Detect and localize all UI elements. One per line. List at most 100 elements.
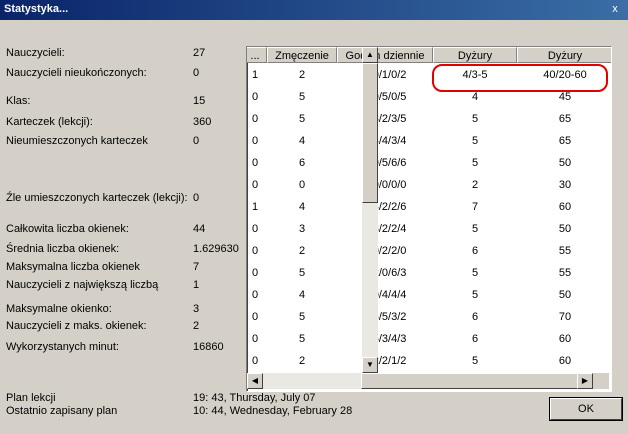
stat-value: 15 [193, 95, 206, 107]
table-cell: 3 [298, 223, 306, 235]
stat-value: 16860 [193, 341, 224, 353]
column-header[interactable]: Dyżury [433, 47, 517, 63]
stat-value: 27 [193, 47, 206, 59]
table-cell: 0 [251, 245, 259, 257]
table-cell: 5 [298, 267, 306, 279]
table-cell: 0 [251, 223, 259, 235]
stat-label: Nauczycieli nieukończonych: [6, 67, 147, 79]
vertical-scroll-thumb[interactable] [362, 63, 378, 203]
stat-label: Karteczek (lekcji): [6, 116, 93, 128]
stat-value: 7 [193, 261, 200, 273]
table-cell: 65 [558, 135, 572, 147]
scroll-left-icon[interactable]: ◀ [247, 373, 263, 389]
stat-value: 360 [193, 116, 212, 128]
table-cell: 0/3/2/2/4 [363, 223, 407, 235]
table-row[interactable]: 0 2 2/2/2/1/2 5 60 [247, 350, 593, 372]
table-cell: 3/0/2/2/0 [363, 245, 407, 257]
table-row[interactable]: 0 5 4/4/5/3/2 6 70 [247, 306, 593, 328]
table-cell: 0 [251, 355, 259, 367]
table-cell: 0 [251, 333, 259, 345]
stat-value: 44 [193, 223, 206, 235]
stat-label: Źle umieszczonych karteczek (lekcji): [6, 192, 188, 204]
table-cell: 0 [251, 179, 259, 191]
table-cell: 4/4/5/3/2 [363, 311, 407, 323]
stat-label: Całkowita liczba okienek: [6, 223, 129, 235]
stat-label: Maksymalna liczba okienek [6, 261, 140, 273]
table-cell: 4/3-5 [462, 69, 488, 81]
stat-label: Klas: [6, 95, 31, 107]
ok-button[interactable]: OK [549, 397, 623, 421]
table-row[interactable]: 0 0 0/0/0/0/0 2 30 [247, 174, 593, 196]
close-icon[interactable]: x [608, 2, 622, 16]
table-cell: 6 [471, 311, 479, 323]
table-cell: 6 [471, 245, 479, 257]
table-cell: 0 [251, 135, 259, 147]
table-cell: 2 [298, 245, 306, 257]
table-cell: 1 [251, 201, 259, 213]
stat-label: Nauczycieli z maks. okienek: [6, 320, 147, 332]
table-cell: 0/0/5/0/5 [363, 91, 407, 103]
table-cell: 30 [558, 179, 572, 191]
table-cell: 50 [558, 289, 572, 301]
stat-value: 1 [193, 279, 200, 291]
table-row[interactable]: 0 5 0/2/0/6/3 5 55 [247, 262, 593, 284]
stat-value: 0 [193, 67, 200, 79]
table-cell: 70 [558, 311, 572, 323]
table-row[interactable]: 0 4 5/0/4/4/4 5 50 [247, 284, 593, 306]
table-cell: 60 [558, 355, 572, 367]
table-cell: 0 [298, 179, 306, 191]
table-cell: 0 [251, 289, 259, 301]
table-cell: 4 [298, 135, 306, 147]
column-header[interactable]: ... [247, 47, 267, 63]
table-row[interactable]: 1 2 1/0/1/0/2 4/3-5 40/20-60 [247, 64, 593, 86]
horizontal-scroll-thumb[interactable] [361, 373, 593, 389]
table-cell: 0 [251, 91, 259, 103]
table-cell: 0 [251, 311, 259, 323]
stat-label: Nieumieszczonych karteczek [6, 135, 148, 147]
stat-value: 2 [193, 320, 200, 332]
stat-label: Nauczycieli z największą liczbą [6, 279, 159, 291]
stat-label: Maksymalne okienko: [6, 303, 112, 315]
horizontal-scrollbar[interactable]: ◀ ▶ [247, 373, 593, 389]
table-cell: 5 [471, 157, 479, 169]
column-header[interactable]: Godzin dziennie [337, 47, 433, 63]
column-header[interactable]: Dyżury [517, 47, 611, 63]
table-row[interactable]: 0 5 5/3/2/3/5 5 65 [247, 108, 593, 130]
table-cell: 0/0/0/0/0 [363, 179, 407, 191]
table-cell: 5 [471, 289, 479, 301]
scroll-corner [593, 373, 609, 389]
table-cell: 2/2/2/1/2 [363, 355, 407, 367]
table-cell: 0/2/0/6/3 [363, 267, 407, 279]
table-row[interactable]: 0 2 3/0/2/2/0 6 55 [247, 240, 593, 262]
scroll-down-icon[interactable]: ▼ [362, 357, 378, 373]
stat-value: 3 [193, 303, 200, 315]
table-cell: 3/5/3/4/3 [363, 333, 407, 345]
table-row[interactable]: 0 3 0/3/2/2/4 5 50 [247, 218, 593, 240]
statistics-grid[interactable]: ... Zmęczenie Godzin dziennie Dyżury Dyżury … [246, 46, 612, 392]
table-row[interactable]: 0 5 0/0/5/0/5 4 45 [247, 86, 593, 108]
table-cell: 5 [471, 223, 479, 235]
table-row[interactable]: 0 6 5/0/5/6/6 5 50 [247, 152, 593, 174]
table-cell: 55 [558, 267, 572, 279]
stat-label: Wykorzystanych minut: [6, 341, 119, 353]
column-header[interactable]: Zmęczenie [267, 47, 337, 63]
table-row[interactable]: 0 5 3/5/3/4/3 6 60 [247, 328, 593, 350]
saved-label: Ostatnio zapisany plan [6, 405, 118, 417]
table-cell: 1 [251, 69, 259, 81]
statistics-window: Statystyka... x Nauczycieli: 27 Nauczyciel… [0, 0, 628, 434]
table-cell: 6 [298, 157, 306, 169]
table-cell: 5 [471, 135, 479, 147]
title-bar[interactable]: Statystyka... x [0, 0, 628, 20]
table-cell: 2 [298, 355, 306, 367]
stat-label: Nauczycieli: [6, 47, 65, 59]
table-row[interactable]: 0 4 3/4/4/3/4 5 65 [247, 130, 593, 152]
scroll-right-icon[interactable]: ▶ [577, 373, 593, 389]
scroll-up-icon[interactable]: ▲ [362, 47, 378, 63]
table-cell: 65 [558, 113, 572, 125]
table-row[interactable]: 1 4 2/4/2/2/6 7 60 [247, 196, 593, 218]
table-cell: 5/3/2/3/5 [363, 113, 407, 125]
vertical-scrollbar[interactable]: ▲ ▼ [362, 47, 378, 373]
table-cell: 55 [558, 245, 572, 257]
table-cell: 0 [251, 267, 259, 279]
table-cell: 4 [298, 201, 306, 213]
